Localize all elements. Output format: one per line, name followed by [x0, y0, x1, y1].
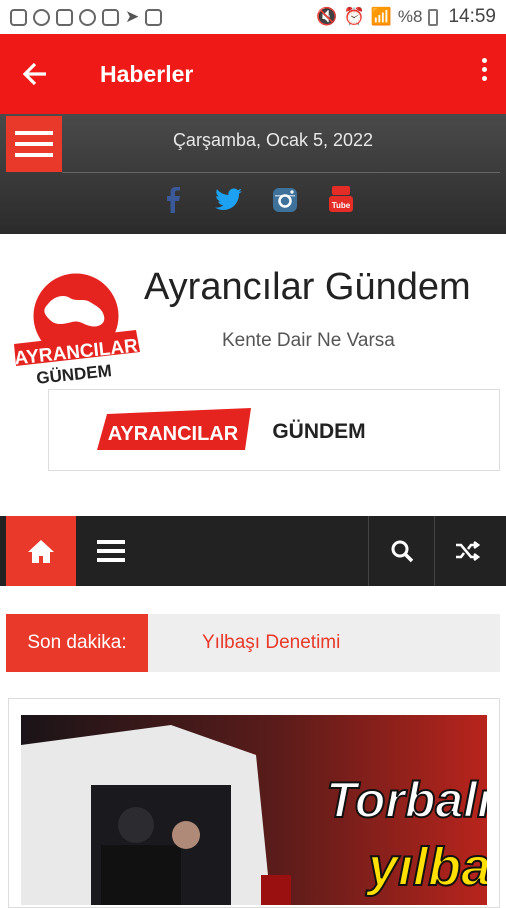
- youtube-icon[interactable]: Tube: [327, 186, 355, 214]
- breaking-news-headline[interactable]: Yılbaşı Denetimi: [202, 632, 340, 654]
- app-bar: Haberler: [0, 34, 506, 114]
- instagram-icon: [102, 8, 119, 26]
- social-links: Tube: [0, 186, 506, 214]
- notification-icon: [33, 8, 50, 26]
- banner-text-right: GÜNDEM: [272, 420, 365, 443]
- article-image-text-1: Torbalı: [326, 772, 487, 828]
- alarm-icon: ⏰: [343, 7, 365, 26]
- current-date: Çarşamba, Ocak 5, 2022: [172, 130, 374, 150]
- breaking-news-section: Son dakika: Yılbaşı Denetimi: [0, 586, 506, 696]
- notification-icons: ➤: [10, 7, 163, 27]
- header-banner[interactable]: AYRANCILAR GÜNDEM: [48, 389, 500, 471]
- site-logo[interactable]: AYRANCILAR GÜNDEM: [8, 266, 142, 388]
- clock: 14:59: [448, 6, 496, 27]
- site-title[interactable]: Ayrancılar Gündem: [144, 266, 471, 309]
- mute-icon: 🔇: [316, 7, 338, 26]
- article-image[interactable]: Torbalı yılba: [21, 715, 487, 905]
- search-icon[interactable]: [368, 516, 434, 586]
- breaking-news-label: Son dakika:: [6, 614, 148, 672]
- status-bar: ➤ 🔇 ⏰ 📶 %8 14:59: [0, 0, 506, 34]
- site-tagline: Kente Dair Ne Varsa: [222, 330, 395, 351]
- notification-icon: [10, 8, 27, 26]
- banner-text-left: AYRANCILAR: [108, 423, 239, 445]
- telegram-icon: ➤: [125, 7, 140, 26]
- twitter-icon[interactable]: [215, 186, 243, 214]
- article-card[interactable]: Torbalı yılba: [8, 698, 500, 908]
- site-header: AYRANCILAR GÜNDEM Ayrancılar Gündem Kent…: [0, 234, 506, 516]
- battery-icon: [428, 8, 439, 26]
- notification-icon: [56, 8, 73, 26]
- app-title: Haberler: [100, 60, 194, 87]
- instagram-icon[interactable]: [271, 186, 299, 214]
- divider: [62, 172, 500, 173]
- image-icon: [145, 8, 163, 26]
- article-image-text-2: yılba: [365, 837, 487, 897]
- system-icons: 🔇 ⏰ 📶 %8 14:59: [316, 6, 496, 28]
- battery-percent: %8: [397, 7, 423, 26]
- overflow-menu-icon[interactable]: [480, 58, 488, 81]
- whatsapp-icon: [79, 8, 96, 26]
- svg-text:Tube: Tube: [332, 201, 351, 210]
- main-nav: [0, 516, 506, 586]
- shuffle-icon[interactable]: [434, 516, 500, 586]
- facebook-icon[interactable]: [159, 186, 187, 214]
- back-arrow-icon[interactable]: [0, 34, 70, 114]
- nav-menu-icon[interactable]: [76, 516, 146, 586]
- wifi-icon: 📶: [370, 7, 392, 26]
- home-icon[interactable]: [6, 516, 76, 586]
- breaking-news-ticker: Son dakika: Yılbaşı Denetimi: [6, 614, 500, 672]
- site-top-bar: Çarşamba, Ocak 5, 2022 Tube: [0, 114, 506, 234]
- nav-actions: [368, 516, 500, 586]
